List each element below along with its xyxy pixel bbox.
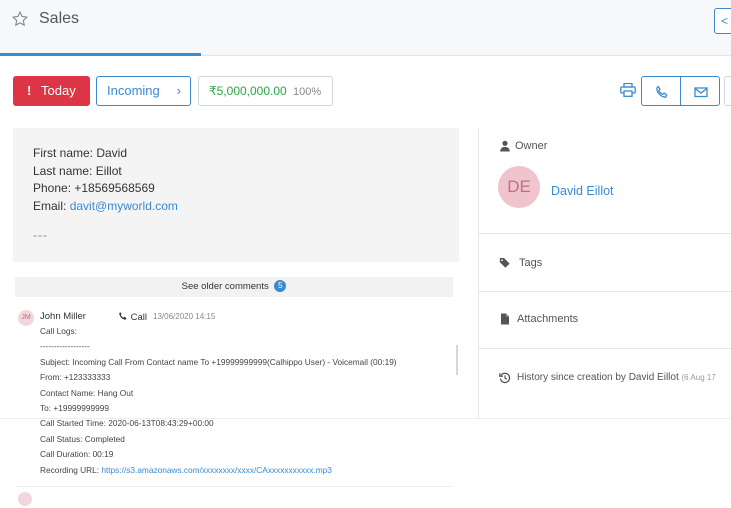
history-icon [499,372,511,384]
divider [0,418,731,419]
phone-icon [119,312,127,320]
avatar: DE [498,166,540,208]
owner-name-link[interactable]: David Eillot [551,184,614,198]
divider [479,348,731,349]
today-label: Today [41,83,76,98]
description-ellipsis: --- [33,228,48,242]
comment-line: Contact Name: Hang Out [40,387,134,398]
comment-date: 13/06/2020 14:15 [153,312,216,321]
description-box: First name: David Last name: Eillot Phon… [13,128,459,262]
divider [15,486,453,487]
comment-type: Call [118,311,147,323]
comment-author[interactable]: John Miller [40,311,86,322]
first-name-line: First name: David [33,146,128,160]
older-comments-count-badge: 5 [274,280,287,293]
owner-label: Owner [515,140,548,152]
attachments-label[interactable]: Attachments [517,313,578,325]
phone-icon [656,85,668,98]
avatar: JM [18,310,34,326]
stage-label: Incoming [107,83,160,98]
comment-body: Call Logs: ------------------ Subject: I… [40,324,460,478]
email-line: Email: davit@myworld.com [33,198,439,216]
page-title: Sales [39,10,80,27]
history-date: (6 Aug 17 [681,373,716,382]
last-name-line: Last name: Eillot [33,163,122,178]
comment-line: Subject: Incoming Call From Contact name… [40,356,397,367]
amount-value: ₹5,000,000.00 [209,84,287,98]
comment-line: Call Duration: 00:19 [40,449,114,460]
recording-line: Recording URL: https://s3.amazonaws.com/… [40,463,460,478]
active-tab-indicator [0,53,201,56]
divider [479,233,731,234]
divider [479,291,731,292]
tags-icon [499,258,510,268]
comment-line: Call Status: Completed [40,433,125,444]
back-button[interactable]: < [714,8,731,34]
history-text: History since creation by David Eillot [517,372,679,383]
older-comments-label: See older comments [181,281,269,292]
email-button[interactable] [680,76,720,106]
recording-link[interactable]: https://s3.amazonaws.com/xxxxxxxx/xxxx/C… [101,465,332,475]
see-older-comments-button[interactable]: See older comments 5 [15,277,453,297]
top-bar: Sales < [0,0,731,56]
more-actions-button[interactable] [724,76,731,106]
stage-button[interactable]: Incoming › [96,76,191,106]
avatar [18,492,32,506]
file-icon [501,313,509,325]
chevron-right-icon: › [176,83,181,98]
history-label[interactable]: History since creation by David Eillot (… [517,372,716,383]
tags-label[interactable]: Tags [519,257,542,269]
comment-line: ------------------ [40,341,90,352]
today-button[interactable]: ! Today [13,76,90,106]
probability-value: 100% [293,86,322,98]
comment-line: Call Logs: [40,326,77,336]
comment-line: From: +123333333 [40,372,111,383]
scrollbar[interactable] [456,345,458,375]
star-icon[interactable] [11,10,29,28]
phone-line: Phone: +18569568569 [33,181,155,195]
comment-line: To: +19999999999 [40,403,109,414]
alert-icon: ! [27,83,32,98]
recording-label: Recording URL: [40,464,100,475]
call-button[interactable] [641,76,681,106]
comment-type-label: Call [130,312,148,323]
amount-badge: ₹5,000,000.00 100% [198,76,333,106]
envelope-icon [694,87,708,98]
user-icon [500,140,510,152]
print-icon[interactable] [620,83,636,97]
email-label: Email: [33,198,67,213]
email-link[interactable]: davit@myworld.com [70,199,178,213]
